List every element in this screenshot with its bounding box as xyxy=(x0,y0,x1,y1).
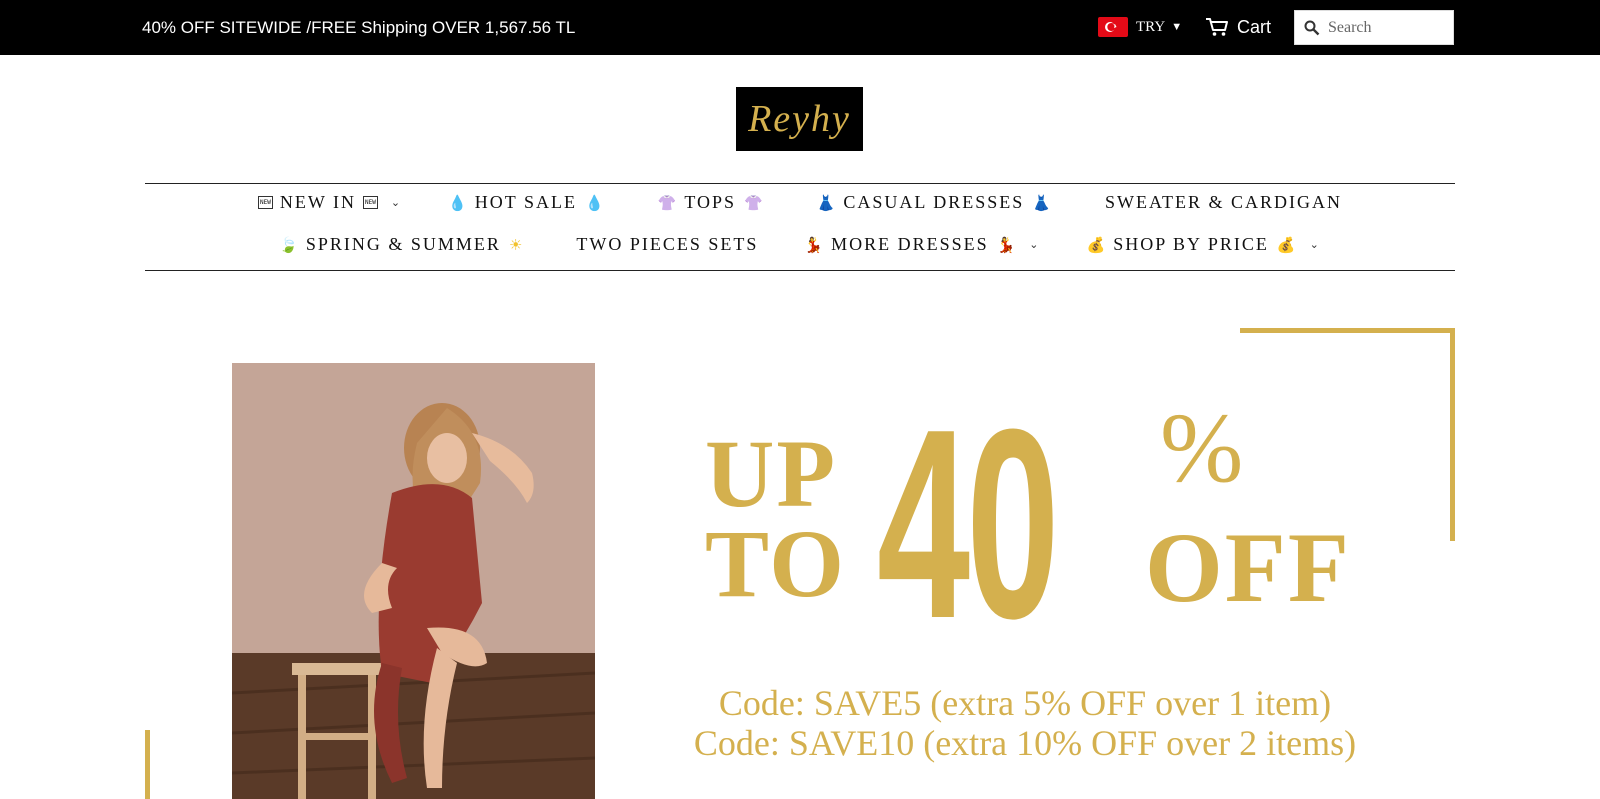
promo-code-line-2: Code: SAVE10 (extra 10% OFF over 2 items… xyxy=(693,723,1357,763)
site-logo[interactable]: Reyhy xyxy=(736,87,863,151)
currency-selector[interactable]: TRY ▼ xyxy=(1098,16,1182,38)
promo-off: OFF xyxy=(1145,512,1351,623)
announcement-text: 40% OFF SITEWIDE /FREE Shipping OVER 1,5… xyxy=(142,18,576,37)
banner-frame-corner xyxy=(1240,328,1455,333)
promo-codes: Code: SAVE5 (extra 5% OFF over 1 item) C… xyxy=(665,683,1385,763)
sun-icon: ☀ xyxy=(508,235,523,254)
promo-percent: % xyxy=(1160,392,1244,503)
nav-item-label: SHOP BY PRICE xyxy=(1113,234,1269,254)
nav-bottom-divider xyxy=(145,270,1455,271)
nav-top-divider xyxy=(145,183,1455,184)
tshirt-icon: 👚 xyxy=(657,193,677,212)
main-nav-row-1: NEW NEW IN NEW ⌄ 💧 HOT SALE 💧 👚 TOPS 👚 👗… xyxy=(145,192,1455,213)
nav-item-label: MORE DRESSES xyxy=(831,234,989,254)
cart-link[interactable]: Cart xyxy=(1205,14,1271,40)
model-photo xyxy=(232,363,595,799)
turkey-flag-icon xyxy=(1098,17,1128,37)
banner-frame-corner xyxy=(1450,328,1455,541)
nav-item-label: TOPS xyxy=(684,192,737,212)
leaf-icon: 🍃 xyxy=(279,235,298,254)
currency-code: TRY xyxy=(1136,18,1166,35)
chevron-down-icon: ▼ xyxy=(1171,21,1183,33)
nav-item-sweater-cardigan[interactable]: SWEATER & CARDIGAN xyxy=(1105,192,1342,213)
nav-item-tops[interactable]: 👚 TOPS 👚 xyxy=(658,192,771,213)
nav-item-new-in[interactable]: NEW NEW IN NEW ⌄ xyxy=(258,192,402,213)
promo-headline: UP TO 40 % OFF xyxy=(705,390,1405,660)
money-bag-icon: 💰 xyxy=(1276,235,1296,254)
chevron-down-icon: ⌄ xyxy=(1309,238,1321,251)
promo-code-line-1: Code: SAVE5 (extra 5% OFF over 1 item) xyxy=(718,683,1332,723)
promo-to: TO xyxy=(705,510,846,617)
dancer-icon: 💃 xyxy=(996,235,1016,254)
announcement-bar: 40% OFF SITEWIDE /FREE Shipping OVER 1,5… xyxy=(0,0,1600,55)
nav-item-hot-sale[interactable]: 💧 HOT SALE 💧 xyxy=(448,192,612,213)
chevron-down-icon: ⌄ xyxy=(1029,238,1041,251)
search-box[interactable] xyxy=(1294,10,1454,45)
nav-item-shop-by-price[interactable]: 💰 SHOP BY PRICE 💰 ⌄ xyxy=(1087,234,1321,255)
main-nav-row-2: 🍃 SPRING & SUMMER ☀ TWO PIECES SETS 💃 MO… xyxy=(145,234,1455,255)
new-badge-icon: NEW xyxy=(363,196,378,209)
nav-item-label: NEW IN xyxy=(279,192,357,212)
search-input[interactable] xyxy=(1326,17,1448,38)
promo-number: 40 xyxy=(877,374,1059,675)
nav-item-label: HOT SALE xyxy=(474,192,577,212)
nav-item-label: CASUAL DRESSES xyxy=(843,192,1025,212)
nav-item-more-dresses[interactable]: 💃 MORE DRESSES 💃 ⌄ xyxy=(804,234,1040,255)
dancer-icon: 💃 xyxy=(804,235,824,254)
dress-icon: 👗 xyxy=(1032,193,1051,212)
hero-banner[interactable]: UP TO 40 % OFF Code: SAVE5 (extra 5% OFF… xyxy=(145,328,1455,799)
search-icon xyxy=(1304,20,1320,35)
dress-icon: 👗 xyxy=(816,193,836,212)
banner-frame-corner xyxy=(145,730,150,799)
fire-icon: 💧 xyxy=(584,193,604,212)
nav-item-casual-dresses[interactable]: 👗 CASUAL DRESSES 👗 xyxy=(817,192,1059,213)
chevron-down-icon: ⌄ xyxy=(390,196,403,209)
fire-icon: 💧 xyxy=(448,193,467,212)
cart-label: Cart xyxy=(1237,16,1272,37)
logo-text: Reyhy xyxy=(748,98,851,140)
cart-icon xyxy=(1206,18,1228,36)
money-bag-icon: 💰 xyxy=(1086,235,1106,254)
nav-item-spring-summer[interactable]: 🍃 SPRING & SUMMER ☀ xyxy=(279,234,530,255)
tshirt-icon: 👚 xyxy=(744,193,763,212)
nav-item-label: SWEATER & CARDIGAN xyxy=(1104,192,1342,212)
nav-item-label: TWO PIECES SETS xyxy=(576,234,759,254)
new-badge-icon: NEW xyxy=(258,196,273,209)
nav-item-two-pieces-sets[interactable]: TWO PIECES SETS xyxy=(576,234,758,255)
nav-item-label: SPRING & SUMMER xyxy=(305,234,501,254)
